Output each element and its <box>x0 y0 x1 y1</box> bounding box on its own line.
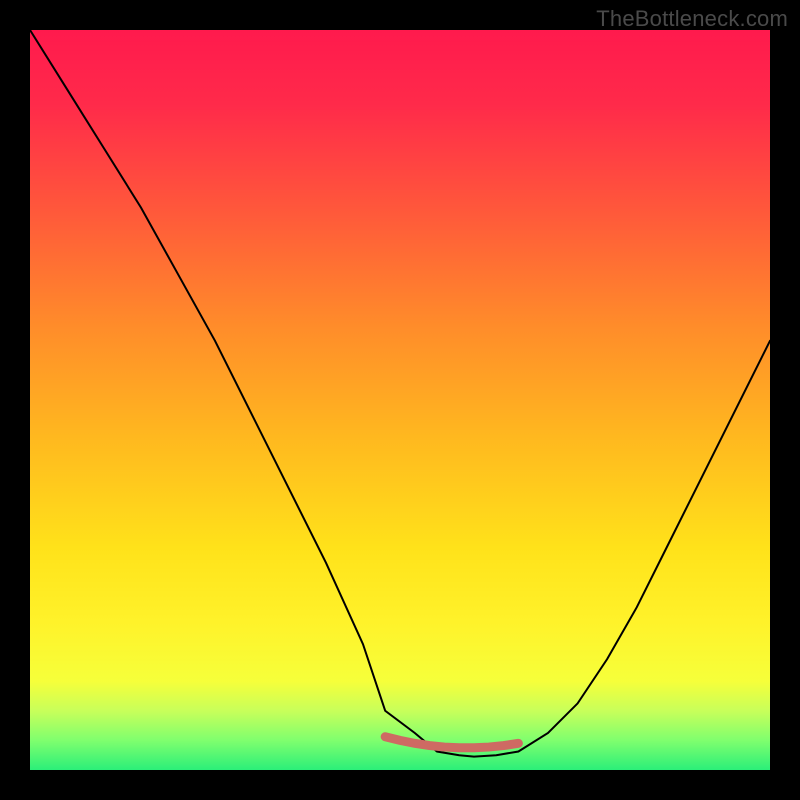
attribution-label: TheBottleneck.com <box>596 6 788 32</box>
optimal-band <box>385 737 518 748</box>
chart-stage: TheBottleneck.com <box>0 0 800 800</box>
curve-layer <box>30 30 770 770</box>
bottleneck-curve <box>30 30 770 757</box>
